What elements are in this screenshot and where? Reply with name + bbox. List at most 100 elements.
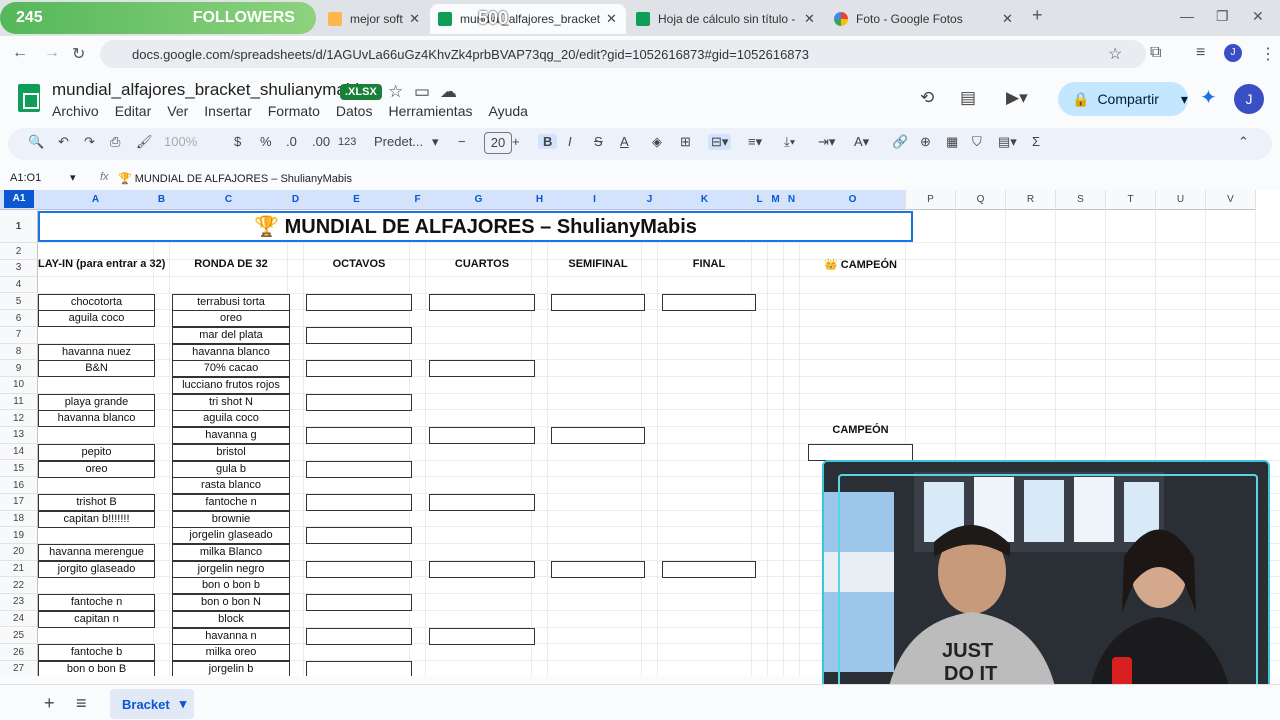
font-size-input[interactable]: 20 <box>484 132 512 154</box>
octavos-slot[interactable] <box>306 660 412 676</box>
italic-button[interactable]: I <box>568 134 572 149</box>
row-header[interactable]: 25 <box>0 627 38 645</box>
account-avatar[interactable]: J <box>1234 84 1264 114</box>
octavos-slot[interactable] <box>306 493 412 511</box>
bookmark-star-icon[interactable]: ☆ <box>1108 44 1122 64</box>
font-select[interactable]: Predet... <box>374 134 423 149</box>
octavos-slot[interactable] <box>306 594 412 612</box>
zoom-select[interactable]: 100% <box>164 134 197 149</box>
column-header[interactable]: R <box>1006 190 1056 210</box>
currency-button[interactable]: $ <box>234 134 241 149</box>
row-header[interactable]: 14 <box>0 443 38 461</box>
octavos-slot[interactable] <box>306 360 412 378</box>
final-slot[interactable] <box>662 293 756 311</box>
row-header[interactable]: 15 <box>0 460 38 478</box>
insert-link-icon[interactable]: 🔗 <box>892 134 908 150</box>
print-icon[interactable]: ⎙ <box>110 134 120 150</box>
cuartos-slot[interactable] <box>429 427 535 445</box>
sheet-tab-bracket[interactable]: Bracket ▾ <box>110 689 194 719</box>
row-header[interactable]: 4 <box>0 276 38 294</box>
octavos-slot[interactable] <box>306 560 412 578</box>
maximize-icon[interactable]: ❐ <box>1216 8 1229 25</box>
row-header[interactable]: 2 <box>0 243 38 261</box>
fill-color-icon[interactable]: ◈ <box>652 134 662 150</box>
row-header[interactable]: 16 <box>0 477 38 494</box>
functions-icon[interactable]: Σ <box>1032 134 1040 149</box>
horizontal-align-icon[interactable]: ≡▾ <box>748 134 762 150</box>
share-button[interactable]: 🔒 Compartir ▾ <box>1058 82 1188 116</box>
semifinal-slot[interactable] <box>551 427 645 445</box>
cuartos-slot[interactable] <box>429 360 535 378</box>
row-header[interactable]: 19 <box>0 527 38 544</box>
row-header[interactable]: 22 <box>0 577 38 595</box>
collapse-toolbar-icon[interactable]: ⌃ <box>1238 134 1249 150</box>
menu-editar[interactable]: Editar <box>115 103 152 119</box>
menu-ver[interactable]: Ver <box>167 103 188 119</box>
profile-avatar-icon[interactable]: J <box>1224 44 1242 62</box>
menu-ayuda[interactable]: Ayuda <box>488 103 527 119</box>
paint-format-icon[interactable]: 🖌 <box>136 134 153 150</box>
chevron-down-icon[interactable]: ▾ <box>70 171 76 184</box>
text-rotation-icon[interactable]: A▾ <box>854 134 869 150</box>
column-header[interactable]: I <box>548 190 642 210</box>
merge-cells-icon[interactable]: ⊟▾ <box>708 134 732 150</box>
column-header[interactable]: U <box>1156 190 1206 210</box>
font-size-decrease-button[interactable]: − <box>458 134 466 149</box>
row-header[interactable]: 24 <box>0 610 38 628</box>
add-sheet-button[interactable]: + <box>44 693 55 714</box>
close-window-icon[interactable]: ✕ <box>1252 8 1264 25</box>
all-sheets-button[interactable]: ≡ <box>76 693 87 714</box>
browser-tab-2[interactable]: mundial_alfajores_bracket_shu ✕ <box>430 4 626 34</box>
row-header[interactable]: 27 <box>0 660 38 676</box>
name-box[interactable]: A1:O1 <box>10 172 41 184</box>
octavos-slot[interactable] <box>306 293 412 311</box>
row-header[interactable]: 17 <box>0 493 38 511</box>
semifinal-slot[interactable] <box>551 293 645 311</box>
move-folder-icon[interactable]: ▭ <box>414 82 430 102</box>
browser-tab-4[interactable]: Foto - Google Fotos ✕ <box>826 4 1022 34</box>
reload-icon[interactable]: ↻ <box>72 44 85 64</box>
strikethrough-button[interactable]: S <box>594 134 603 149</box>
url-field[interactable]: docs.google.com/spreadsheets/d/1AGUvLa66… <box>100 40 1146 68</box>
cloud-status-icon[interactable]: ☁ <box>440 82 457 102</box>
comments-icon[interactable]: ▤ <box>960 88 976 108</box>
vertical-align-icon[interactable]: ⤓▾ <box>784 134 795 150</box>
row-header[interactable]: 3 <box>0 260 38 277</box>
borders-icon[interactable]: ⊞ <box>680 134 691 150</box>
row-header[interactable]: 26 <box>0 644 38 661</box>
column-header[interactable]: J <box>642 190 658 210</box>
campeon-slot[interactable] <box>808 443 913 461</box>
cuartos-slot[interactable] <box>429 293 535 311</box>
column-header[interactable]: C <box>170 190 288 210</box>
row-header[interactable]: 20 <box>0 544 38 561</box>
close-tab-icon[interactable]: ✕ <box>606 11 617 27</box>
row-header[interactable]: 1 <box>0 210 38 244</box>
increase-decimals-button[interactable]: .00 <box>312 134 330 149</box>
column-header[interactable]: V <box>1206 190 1256 210</box>
bold-button[interactable]: B <box>538 134 558 149</box>
octavos-slot[interactable] <box>306 326 412 344</box>
octavos-slot[interactable] <box>306 527 412 545</box>
text-wrap-icon[interactable]: ⇥▾ <box>818 134 835 150</box>
column-header[interactable]: L <box>752 190 768 210</box>
semifinal-slot[interactable] <box>551 560 645 578</box>
column-header[interactable]: P <box>906 190 956 210</box>
percent-button[interactable]: % <box>260 134 272 149</box>
filter-views-icon[interactable]: ▤▾ <box>998 134 1017 150</box>
row-header[interactable]: 8 <box>0 343 38 361</box>
column-header[interactable]: F <box>410 190 426 210</box>
column-header[interactable]: T <box>1106 190 1156 210</box>
filter-icon[interactable]: ⛉ <box>972 134 982 150</box>
browser-tab-3[interactable]: Hoja de cálculo sin título - Hoja ✕ <box>628 4 824 34</box>
row-header[interactable]: 13 <box>0 427 38 444</box>
close-tab-icon[interactable]: ✕ <box>1002 11 1013 27</box>
bracket-title-cell[interactable]: 🏆 MUNDIAL DE ALFAJORES – ShulianyMabis <box>38 211 913 242</box>
menu-herramientas[interactable]: Herramientas <box>388 103 472 119</box>
close-tab-icon[interactable]: ✕ <box>804 11 815 27</box>
history-icon[interactable]: ⟲ <box>920 88 934 108</box>
media-icon[interactable]: ≡ <box>1196 44 1205 62</box>
minimize-icon[interactable]: — <box>1180 8 1194 24</box>
octavos-slot[interactable] <box>306 393 412 411</box>
row-header[interactable]: 10 <box>0 377 38 394</box>
undo-icon[interactable]: ↶ <box>58 134 69 150</box>
